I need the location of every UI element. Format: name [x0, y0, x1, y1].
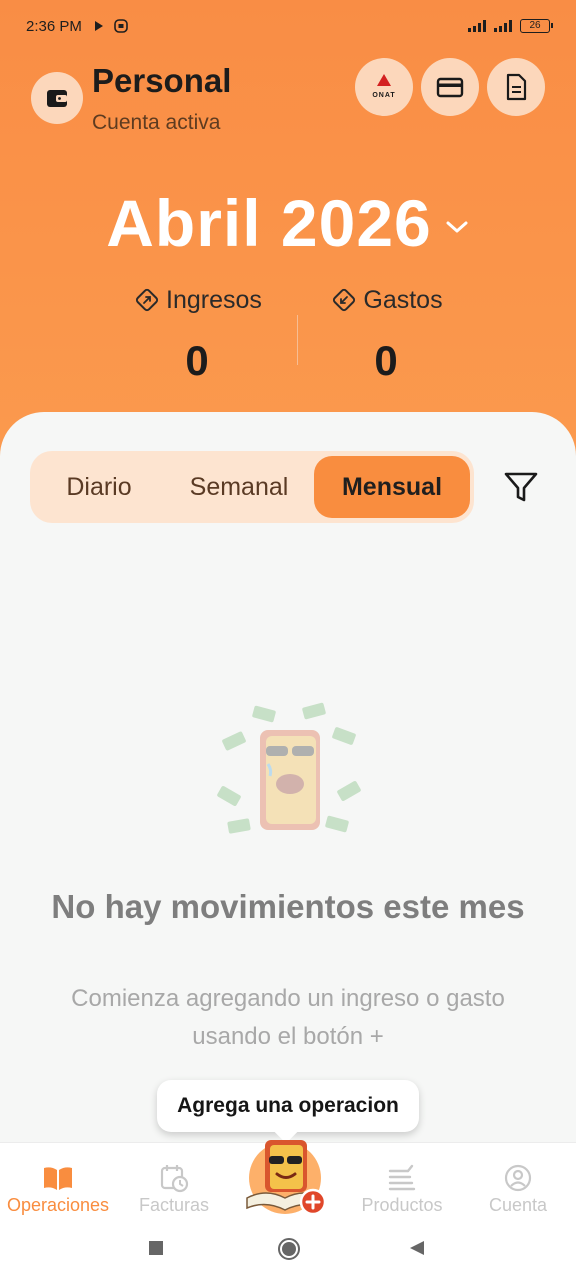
- system-nav-bar: [0, 1222, 576, 1280]
- svg-text:ONAT: ONAT: [372, 92, 395, 99]
- card-button[interactable]: [421, 58, 479, 116]
- nav-label-cuenta: Cuenta: [488, 1195, 548, 1215]
- nav-item-facturas[interactable]: Facturas: [116, 1161, 232, 1216]
- month-label: Abril 2026: [106, 186, 432, 260]
- income-value: 0: [185, 337, 209, 384]
- nav-item-productos[interactable]: Productos: [344, 1161, 460, 1216]
- empty-state-title: No hay movimientos este mes: [51, 888, 525, 925]
- income-arrow-icon: [135, 288, 159, 312]
- nav-label-facturas: Facturas: [138, 1195, 210, 1215]
- expense-arrow-icon: [333, 288, 356, 312]
- account-subtitle: Cuenta activa: [92, 111, 221, 134]
- income-label: Ingresos: [166, 285, 262, 314]
- calendar-clock-icon: [160, 1165, 189, 1193]
- account-title[interactable]: Personal: [92, 62, 231, 100]
- nav-item-cuenta[interactable]: Cuenta: [460, 1161, 576, 1216]
- signal-icon: [494, 20, 512, 32]
- user-circle-icon: [504, 1164, 532, 1192]
- report-button[interactable]: [487, 58, 545, 116]
- signal-icon: [468, 20, 486, 32]
- credit-card-icon: [436, 77, 464, 98]
- expenses-value: 0: [374, 337, 398, 384]
- nav-item-operaciones[interactable]: Operaciones: [0, 1161, 116, 1216]
- add-operation-button[interactable]: [241, 1128, 333, 1218]
- status-time: 2:36 PM: [26, 17, 82, 35]
- tab-mensual[interactable]: Mensual: [314, 456, 470, 518]
- summary: Ingresos 0 Gastos 0: [0, 285, 576, 395]
- book-icon: [44, 1167, 72, 1190]
- tab-diario[interactable]: Diario: [34, 456, 164, 518]
- expenses-summary: Gastos 0: [286, 285, 486, 385]
- recents-icon[interactable]: [147, 1239, 165, 1257]
- month-selector[interactable]: Abril 2026: [0, 185, 576, 261]
- boxes-icon: [388, 1164, 416, 1191]
- chevron-down-icon: [446, 221, 468, 233]
- play-store-icon: [94, 21, 103, 31]
- document-icon: [506, 73, 527, 101]
- expenses-label: Gastos: [363, 285, 443, 314]
- back-icon[interactable]: [408, 1239, 426, 1257]
- empty-state-illustration: [217, 702, 361, 834]
- nav-label-productos: Productos: [361, 1195, 443, 1215]
- app-notification-icon: [114, 19, 128, 33]
- status-bar: 2:36 PM 26: [0, 0, 576, 52]
- onat-button[interactable]: ONAT: [355, 58, 413, 116]
- period-tabs: Diario Semanal Mensual: [30, 451, 474, 523]
- tab-semanal[interactable]: Semanal: [164, 456, 314, 518]
- wallet-icon[interactable]: [31, 72, 83, 124]
- home-icon[interactable]: [277, 1237, 301, 1261]
- onat-logo-icon: ONAT: [372, 74, 395, 99]
- battery-icon: 26: [520, 19, 553, 33]
- income-summary: Ingresos 0: [97, 285, 297, 385]
- nav-label-operaciones: Operaciones: [6, 1195, 110, 1215]
- empty-state-subtitle: Comienza agregando un ingreso o gasto us…: [71, 985, 505, 1050]
- filter-button[interactable]: [500, 466, 542, 508]
- filter-icon: [504, 472, 538, 502]
- add-operation-tooltip: Agrega una operacion: [157, 1080, 419, 1132]
